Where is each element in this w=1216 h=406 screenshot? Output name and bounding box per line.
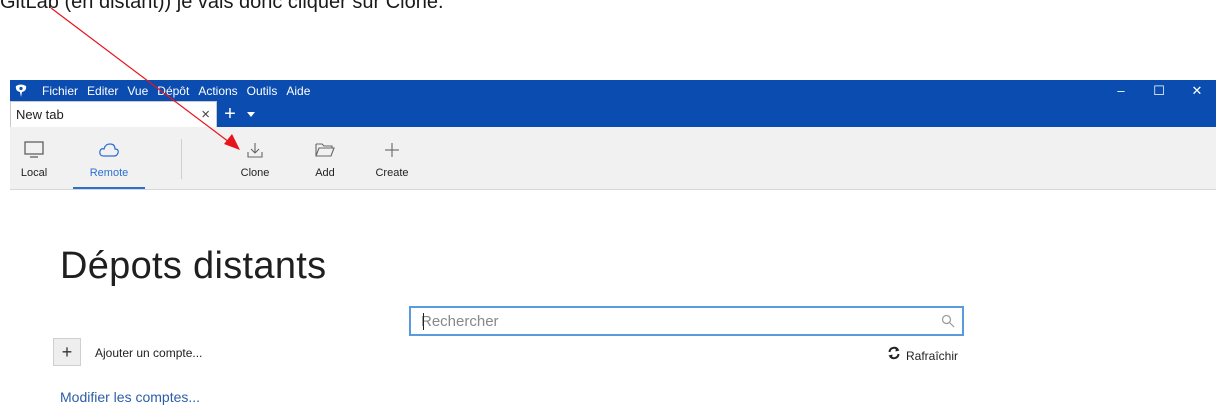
tab-label: New tab [16,107,64,122]
local-button[interactable]: Local [14,127,54,189]
tab-new-tab[interactable]: New tab × [10,101,217,127]
menu-aide[interactable]: Aide [286,84,310,98]
remote-button[interactable]: Remote [73,127,145,189]
page-title: Dépots distants [60,245,327,287]
modify-accounts-link[interactable]: Modifier les comptes... [60,389,200,405]
monitor-icon [23,139,45,161]
search-input[interactable] [411,309,934,333]
folder-icon [314,139,336,161]
remote-label: Remote [89,167,129,179]
search-box[interactable] [409,306,964,336]
menu-outils[interactable]: Outils [247,84,278,98]
tab-close-icon[interactable]: × [201,106,210,123]
clone-label: Clone [240,167,270,179]
cloud-icon [98,139,120,161]
toolbar-separator [181,139,182,179]
menu-vue[interactable]: Vue [127,84,148,98]
menu-editer[interactable]: Editer [87,84,118,98]
clone-button[interactable]: Clone [235,127,275,189]
new-tab-button[interactable]: + [219,101,241,127]
tab-dropdown-icon[interactable] [241,101,261,127]
document-caption: GitLab (en distant)) je vais donc clique… [0,0,444,13]
text-cursor [423,313,424,330]
refresh-icon [887,346,901,365]
search-icon[interactable] [934,314,962,328]
window-controls: – ☐ ✕ [1102,80,1216,101]
add-button[interactable]: Add [305,127,345,189]
create-label: Create [375,167,409,179]
download-icon [244,139,266,161]
title-bar: Fichier Editer Vue Dépôt Actions Outils … [10,80,1216,101]
toolbar: Local Remote Clone Add Create [10,127,1216,190]
menu-fichier[interactable]: Fichier [42,84,78,98]
add-account-label[interactable]: Ajouter un compte... [95,346,202,360]
app-logo-icon [10,80,32,101]
local-label: Local [20,167,48,179]
add-account-button[interactable]: + [53,338,81,366]
create-button[interactable]: Create [370,127,414,189]
minimize-button[interactable]: – [1102,80,1140,101]
maximize-button[interactable]: ☐ [1140,80,1178,101]
refresh-button[interactable]: Rafraîchir [887,346,958,365]
close-window-button[interactable]: ✕ [1178,80,1216,101]
tab-bar: New tab × + [10,101,1216,127]
menu-bar: Fichier Editer Vue Dépôt Actions Outils … [42,84,319,98]
plus-icon [382,139,402,161]
menu-depot[interactable]: Dépôt [157,84,189,98]
menu-actions[interactable]: Actions [198,84,237,98]
refresh-label: Rafraîchir [906,348,959,363]
add-label: Add [315,167,335,179]
active-tab-indicator [73,187,145,189]
